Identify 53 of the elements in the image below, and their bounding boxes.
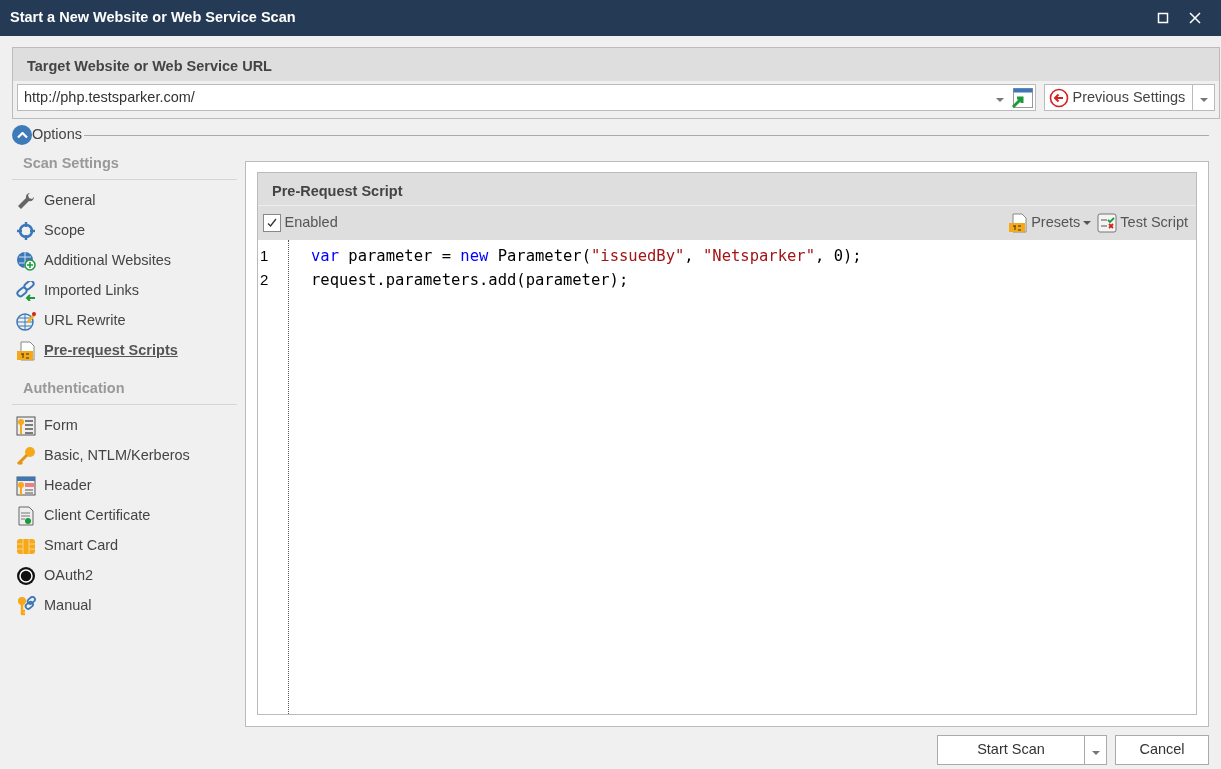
sidebar-item[interactable]: Imported Links: [12, 275, 237, 306]
sidebar-item[interactable]: Manual: [12, 590, 237, 621]
wrench-icon: [16, 190, 36, 211]
key-link-icon: [16, 595, 36, 616]
line-number: 1: [259, 246, 270, 266]
section-heading: Scan Settings: [12, 153, 237, 180]
caret-icon: [1199, 98, 1208, 102]
globe-plus-icon: [16, 250, 36, 271]
sidebar-item[interactable]: OAuth2: [12, 560, 237, 591]
caret-icon: [1091, 750, 1100, 755]
code-line: request.parameters.add(parameter);: [311, 270, 630, 291]
presets-dropdown[interactable]: Presets: [1005, 212, 1095, 234]
caret-icon: [1083, 221, 1092, 225]
caret-icon: [996, 98, 1004, 102]
sidebar-item[interactable]: General: [12, 185, 237, 216]
sidebar-item[interactable]: Additional Websites: [12, 245, 237, 276]
checkbox-label: Enabled: [284, 213, 338, 233]
header-key-icon: [16, 475, 36, 496]
sidebar-item[interactable]: Scope: [12, 215, 237, 246]
url-combo-box[interactable]: http://php.testsparker.com/: [17, 84, 1036, 111]
sidebar-item[interactable]: Smart Card: [12, 530, 237, 561]
url-field[interactable]: http://php.testsparker.com/: [18, 86, 996, 109]
code-line: var parameter = new Parameter("issuedBy", "Netsparker", 0);: [311, 246, 862, 267]
sidebar-item[interactable]: Header: [12, 470, 237, 501]
sidebar-item[interactable]: URL Rewrite: [12, 305, 237, 336]
section-heading: Authentication: [12, 377, 237, 405]
close-icon: [1189, 12, 1201, 25]
sidebar-item[interactable]: Basic, NTLM/Kerberos: [12, 440, 237, 471]
js-file-icon: [1008, 213, 1029, 233]
checkbox[interactable]: [263, 214, 281, 232]
chain-link-icon: [16, 280, 36, 301]
crosshair-icon: [16, 220, 36, 241]
key-icon: [16, 445, 36, 466]
maximize-icon: [1157, 12, 1169, 25]
toolbar-button[interactable]: Test Script: [1094, 212, 1191, 234]
globe-pencil-icon: [16, 310, 36, 331]
chevron-up-icon: [16, 131, 28, 139]
test-checklist-icon: [1097, 213, 1118, 233]
window-title: Start a New Website or Web Service Scan: [10, 8, 296, 28]
line-number: 2: [259, 270, 270, 290]
sidebar-item[interactable]: Client Certificate: [12, 500, 237, 531]
sidebar-item[interactable]: Pre-request Scripts: [12, 335, 237, 366]
check-icon: [266, 217, 278, 229]
panel-title: Pre-Request Script: [258, 173, 1196, 205]
form-key-icon: [16, 415, 36, 436]
certificate-icon: [16, 505, 36, 526]
group-heading: Target Website or Web Service URL: [13, 48, 1219, 81]
collapse-toggle-button[interactable]: [12, 125, 32, 145]
seal-icon: [16, 565, 36, 586]
sidebar-item[interactable]: Form: [12, 410, 237, 441]
cancel-button[interactable]: Cancel: [1115, 735, 1209, 765]
options-label: Options: [32, 125, 82, 145]
js-file-icon: [16, 340, 36, 361]
